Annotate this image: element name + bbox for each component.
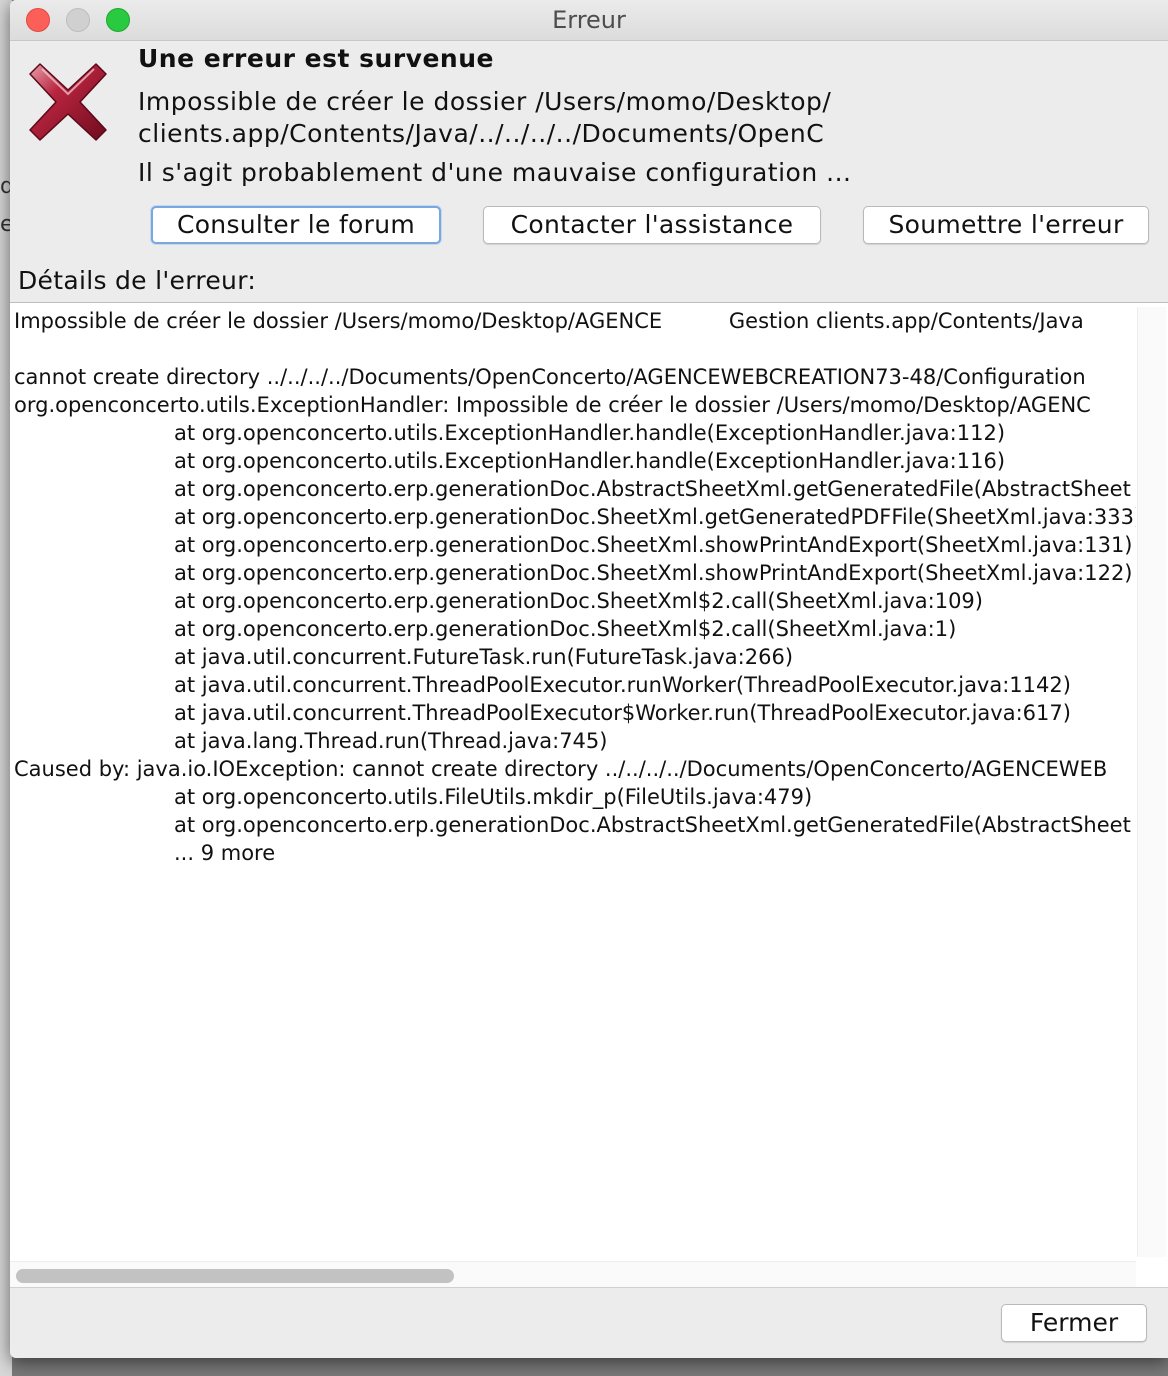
consult-forum-button[interactable]: Consulter le forum <box>151 206 441 244</box>
trace-line: Impossible de créer le dossier /Users/mo… <box>14 309 1084 333</box>
title-bar[interactable]: Erreur <box>10 0 1168 41</box>
trace-line: cannot create directory ../../../../Docu… <box>14 365 1086 389</box>
trace-line: at java.util.concurrent.FutureTask.run(F… <box>174 645 794 669</box>
error-details-pane[interactable]: Impossible de créer le dossier /Users/mo… <box>10 302 1168 1288</box>
trace-line: at java.util.concurrent.ThreadPoolExecut… <box>174 701 1071 725</box>
trace-line: at org.openconcerto.erp.generationDoc.Ab… <box>174 477 1131 501</box>
horizontal-scrollbar-thumb[interactable] <box>16 1269 454 1283</box>
error-heading: Une erreur est survenue <box>138 44 494 73</box>
vertical-scrollbar[interactable] <box>1137 307 1166 1257</box>
error-message: Impossible de créer le dossier /Users/mo… <box>138 86 834 150</box>
trace-line: at org.openconcerto.erp.generationDoc.Sh… <box>174 617 957 641</box>
trace-line: at org.openconcerto.utils.FileUtils.mkdi… <box>174 785 813 809</box>
window-title: Erreur <box>552 6 626 34</box>
trace-line: at java.util.concurrent.ThreadPoolExecut… <box>174 673 1071 697</box>
trace-line <box>14 335 1136 363</box>
error-dialog: Erreur Une erreur est survenue Impossibl… <box>10 0 1168 1358</box>
error-message-line: clients.app/Contents/Java/../../../../Do… <box>138 119 825 148</box>
trace-line: Caused by: java.io.IOException: cannot c… <box>14 757 1108 781</box>
horizontal-scrollbar[interactable] <box>10 1261 1136 1287</box>
trace-line: at org.openconcerto.erp.generationDoc.Sh… <box>174 505 1136 529</box>
stack-trace-text[interactable]: Impossible de créer le dossier /Users/mo… <box>14 307 1136 1257</box>
details-label: Détails de l'erreur: <box>18 266 257 295</box>
error-x-icon <box>29 63 107 141</box>
trace-line: at java.lang.Thread.run(Thread.java:745) <box>174 729 608 753</box>
trace-line: ... 9 more <box>174 841 276 865</box>
trace-line: org.openconcerto.utils.ExceptionHandler:… <box>14 393 1091 417</box>
trace-line: at org.openconcerto.erp.generationDoc.Sh… <box>174 561 1133 585</box>
trace-line: at org.openconcerto.erp.generationDoc.Sh… <box>174 589 983 613</box>
trace-line: at org.openconcerto.erp.generationDoc.Ab… <box>174 813 1131 837</box>
contact-support-button[interactable]: Contacter l'assistance <box>483 206 821 244</box>
error-message-line: Impossible de créer le dossier /Users/mo… <box>138 87 832 116</box>
close-button[interactable]: Fermer <box>1001 1304 1147 1342</box>
trace-line: at org.openconcerto.utils.ExceptionHandl… <box>174 449 1006 473</box>
trace-line: at org.openconcerto.erp.generationDoc.Sh… <box>174 533 1133 557</box>
submit-error-button[interactable]: Soumettre l'erreur <box>863 206 1149 244</box>
error-hint: Il s'agit probablement d'une mauvaise co… <box>138 158 852 187</box>
trace-line: at org.openconcerto.utils.ExceptionHandl… <box>174 421 1006 445</box>
